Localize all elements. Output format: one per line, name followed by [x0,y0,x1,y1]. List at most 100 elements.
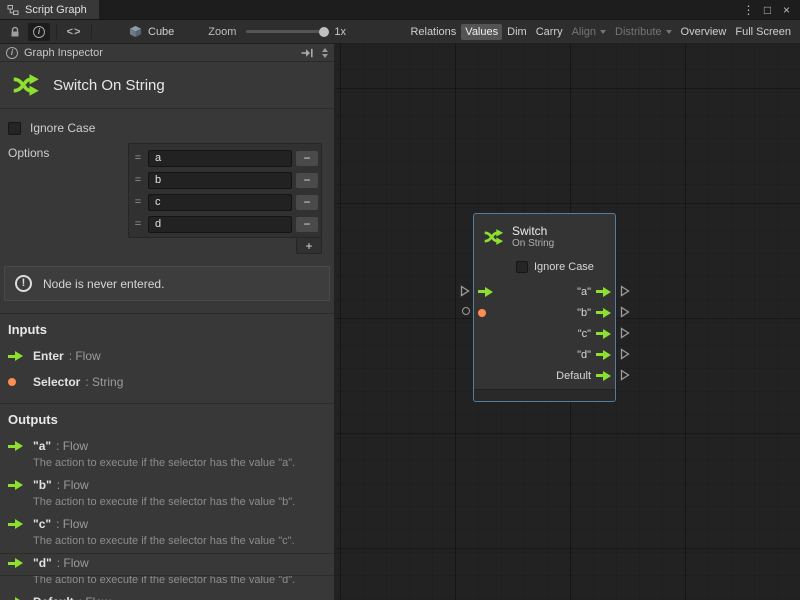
lock-button[interactable] [4,23,26,41]
node-subtitle: On String [512,238,554,250]
port-row: "d" [474,344,615,365]
output-connector-triangle[interactable] [620,348,630,360]
options-label: Options [8,143,128,254]
full-screen-button[interactable]: Full Screen [731,24,795,40]
graph-canvas[interactable]: Switch On String Ignore Case "a" " [335,44,800,600]
inputs-header: Inputs [8,322,326,337]
drag-handle-icon[interactable]: = [132,218,144,230]
code-icon: <> [67,26,82,38]
port-row: Default [474,365,615,386]
info-button[interactable]: i [28,23,50,41]
zoom-slider-knob[interactable] [319,27,329,37]
scroll-down-icon [322,54,328,58]
zoom-value: 1x [334,26,346,38]
flow-port-icon [8,480,23,490]
port-name: Default [33,595,74,600]
port-label: "d" [577,349,591,361]
output-port-icon[interactable] [596,350,611,360]
zoom-label: Zoom [208,26,236,38]
output-port-icon[interactable] [596,329,611,339]
window-close-button[interactable]: × [778,1,795,18]
align-button[interactable]: Align [568,24,610,40]
output-connector-triangle[interactable] [620,306,630,318]
port-type: : Flow [79,595,111,600]
output-connector-triangle[interactable] [620,327,630,339]
output-connector-triangle[interactable] [620,369,630,381]
output-port-icon[interactable] [596,308,611,318]
flow-port-icon [8,558,23,568]
node-ignore-case-row: Ignore Case [474,258,615,276]
selector-connector-circle[interactable] [462,307,470,315]
add-option-button[interactable]: + [296,238,322,254]
ignore-case-checkbox[interactable] [8,122,21,135]
value-port-icon [8,378,16,386]
toolbar-separator [91,24,92,39]
distribute-button[interactable]: Distribute [611,24,675,40]
flow-port-icon [8,441,23,451]
port-label: Default [556,370,591,382]
port-description: The action to execute if the selector ha… [33,496,326,508]
port-description: The action to execute if the selector ha… [33,457,326,469]
output-item: "d": Flow [8,554,326,572]
dim-button[interactable]: Dim [503,24,531,40]
zoom-slider[interactable] [246,30,326,33]
input-connector-triangle[interactable] [460,285,470,297]
port-row: "a" [474,281,615,302]
node-ignore-case-label: Ignore Case [534,261,594,273]
drag-handle-icon[interactable]: = [132,196,144,208]
inspector-header-title: Graph Inspector [24,47,103,59]
window-maximize-button[interactable]: □ [759,1,776,18]
overview-button[interactable]: Overview [677,24,731,40]
relations-button[interactable]: Relations [406,24,460,40]
option-field[interactable]: c [148,194,292,211]
carry-button[interactable]: Carry [532,24,567,40]
option-field[interactable]: b [148,172,292,189]
remove-option-button[interactable]: − [296,151,318,166]
lock-icon [9,26,21,38]
port-name: Enter [33,349,64,363]
selector-port-icon[interactable] [478,309,486,317]
panel-scroll-arrows[interactable] [319,48,331,58]
page-title: Switch On String [53,77,165,94]
remove-option-button[interactable]: − [296,173,318,188]
button-label: Align [572,26,596,38]
options-list: = a − = b − = c − = [128,143,322,238]
port-type: : Flow [57,556,89,570]
port-name: Selector [33,375,80,389]
dock-icon[interactable] [301,48,314,58]
remove-option-button[interactable]: − [296,217,318,232]
panel-divider [0,553,334,554]
window-menu-button[interactable]: ⋮ [740,1,757,18]
enter-port-icon[interactable] [478,287,493,297]
button-label: Relations [410,26,456,38]
drag-handle-icon[interactable]: = [132,152,144,164]
output-item: "c": Flow [8,515,326,533]
output-item: "a": Flow [8,437,326,455]
switch-on-string-node[interactable]: Switch On String Ignore Case "a" " [473,213,616,402]
output-port-icon[interactable] [596,371,611,381]
inspector-properties: Ignore Case Options = a − = b − [0,109,334,254]
node-ignore-case-checkbox[interactable] [516,261,528,273]
warning-icon: ! [15,275,32,292]
graph-target[interactable]: Cube [129,25,174,38]
output-connector-triangle[interactable] [620,285,630,297]
output-item: Default : Flow [8,593,326,600]
drag-handle-icon[interactable]: = [132,174,144,186]
option-row: = a − [132,147,318,169]
input-item: Selector : String [8,373,326,391]
output-port-icon[interactable] [596,287,611,297]
remove-option-button[interactable]: − [296,195,318,210]
inspector-node-title: Switch On String [0,62,334,109]
option-field[interactable]: a [148,150,292,167]
port-type: : String [85,375,123,389]
tab-script-graph[interactable]: Script Graph [0,0,99,19]
inspector-info-icon: i [6,47,18,59]
dropdown-caret-icon [666,30,672,34]
code-view-button[interactable]: <> [63,23,85,41]
values-button[interactable]: Values [461,24,502,40]
toolbar-buttons: Relations Values Dim Carry Align Distrib… [406,24,797,40]
port-row: "b" [474,302,615,323]
switch-node-wrap: Switch On String Ignore Case "a" " [459,213,635,413]
port-name: "c" [33,517,51,531]
option-field[interactable]: d [148,216,292,233]
